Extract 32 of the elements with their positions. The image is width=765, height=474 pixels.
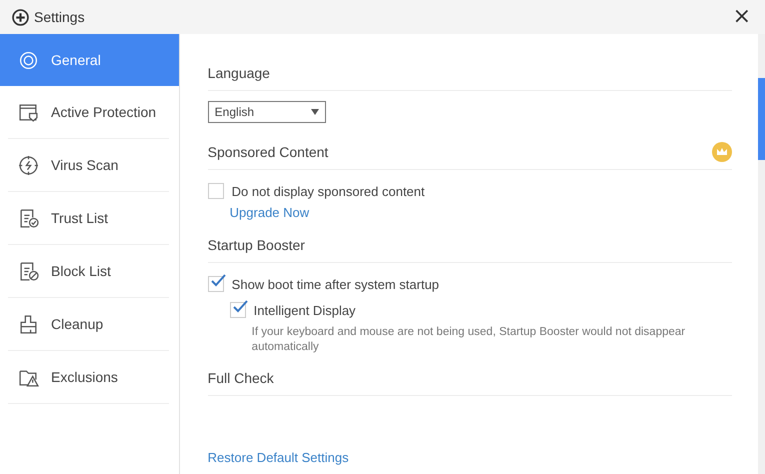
restore-defaults-link[interactable]: Restore Default Settings bbox=[208, 450, 349, 465]
sidebar-item[interactable]: Block List bbox=[8, 245, 169, 298]
checkbox[interactable] bbox=[208, 276, 224, 292]
checkbox[interactable] bbox=[230, 302, 246, 318]
upgrade-link[interactable]: Upgrade Now bbox=[230, 205, 310, 220]
language-dropdown[interactable]: English bbox=[208, 101, 326, 123]
scrollbar-thumb[interactable] bbox=[758, 78, 765, 160]
sidebar-item[interactable]: Virus Scan bbox=[8, 139, 169, 192]
broom-icon bbox=[18, 314, 39, 334]
checkbox-label: Do not display sponsored content bbox=[232, 184, 425, 198]
list-check-icon bbox=[18, 208, 39, 228]
section-title: Full Check bbox=[208, 370, 274, 386]
section-title: Sponsored Content bbox=[208, 144, 328, 160]
sidebar-item[interactable]: Exclusions bbox=[8, 351, 169, 404]
section-title: Language bbox=[208, 65, 270, 81]
hint-text: If your keyboard and mouse are not being used, Startup Booster would not disappear automatically bbox=[250, 325, 686, 355]
sidebar-item[interactable]: Cleanup bbox=[8, 298, 169, 351]
checkbox-label: Intelligent Display bbox=[254, 302, 356, 318]
crosshair-icon bbox=[18, 154, 39, 176]
window-shield-icon bbox=[18, 102, 39, 122]
sidebar-item[interactable]: General bbox=[0, 34, 179, 86]
checkbox[interactable] bbox=[208, 183, 224, 199]
sidebar-item[interactable]: Active Protection bbox=[8, 86, 169, 139]
gear-icon bbox=[18, 50, 39, 70]
plus-icon bbox=[12, 8, 29, 26]
section-title: Startup Booster bbox=[208, 237, 305, 253]
sidebar-item[interactable]: Trust List bbox=[8, 192, 169, 245]
caret-icon bbox=[310, 109, 319, 115]
close-button[interactable]: × bbox=[728, 6, 755, 28]
window-title: Settings bbox=[34, 9, 86, 25]
checkbox-label: Show boot time after system startup bbox=[232, 276, 440, 292]
list-block-icon bbox=[18, 260, 39, 282]
